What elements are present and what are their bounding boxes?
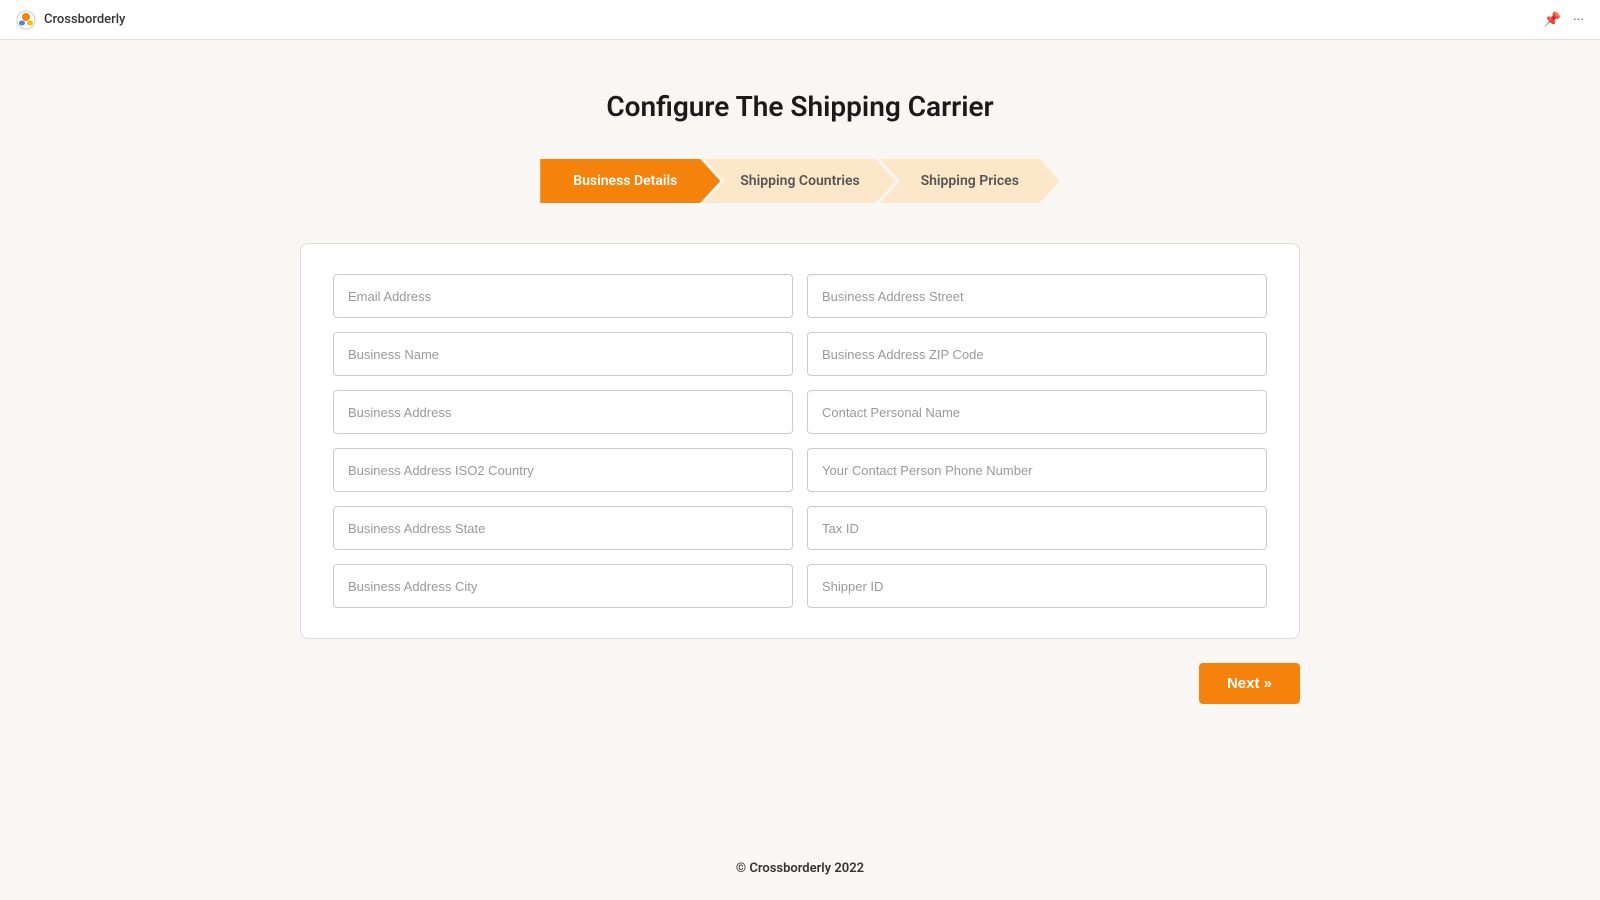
topbar-left: Crossborderly [16,10,125,30]
footer: © Crossborderly 2022 [736,861,864,876]
next-btn-row: Next » [300,663,1300,704]
form-card [300,243,1300,639]
topbar-right: 📌 ··· [1544,12,1584,28]
business-address-zip-input[interactable] [807,332,1267,376]
email-address-input[interactable] [333,274,793,318]
contact-phone-input[interactable] [807,448,1267,492]
step-business-details[interactable]: Business Details [540,159,720,203]
business-name-input[interactable] [333,332,793,376]
business-address-street-input[interactable] [807,274,1267,318]
step-shipping-countries-label: Shipping Countries [740,173,859,189]
step-shipping-prices-label: Shipping Prices [921,173,1019,189]
pin-icon[interactable]: 📌 [1544,12,1561,28]
step-shipping-prices[interactable]: Shipping Prices [880,159,1060,203]
topbar: Crossborderly 📌 ··· [0,0,1600,40]
step-business-details-label: Business Details [573,173,677,189]
app-logo-icon [16,10,36,30]
business-address-state-input[interactable] [333,506,793,550]
main-content: Configure The Shipping Carrier Business … [0,40,1600,704]
business-address-city-input[interactable] [333,564,793,608]
more-icon[interactable]: ··· [1573,12,1584,28]
business-address-iso2-input[interactable] [333,448,793,492]
tax-id-input[interactable] [807,506,1267,550]
page-title: Configure The Shipping Carrier [606,90,993,123]
next-button[interactable]: Next » [1199,663,1300,704]
app-name: Crossborderly [44,12,125,27]
business-address-input[interactable] [333,390,793,434]
shipper-id-input[interactable] [807,564,1267,608]
step-shipping-countries[interactable]: Shipping Countries [704,159,895,203]
contact-personal-name-input[interactable] [807,390,1267,434]
form-grid [333,274,1267,608]
stepper: Business Details Shipping Countries Ship… [540,159,1059,203]
